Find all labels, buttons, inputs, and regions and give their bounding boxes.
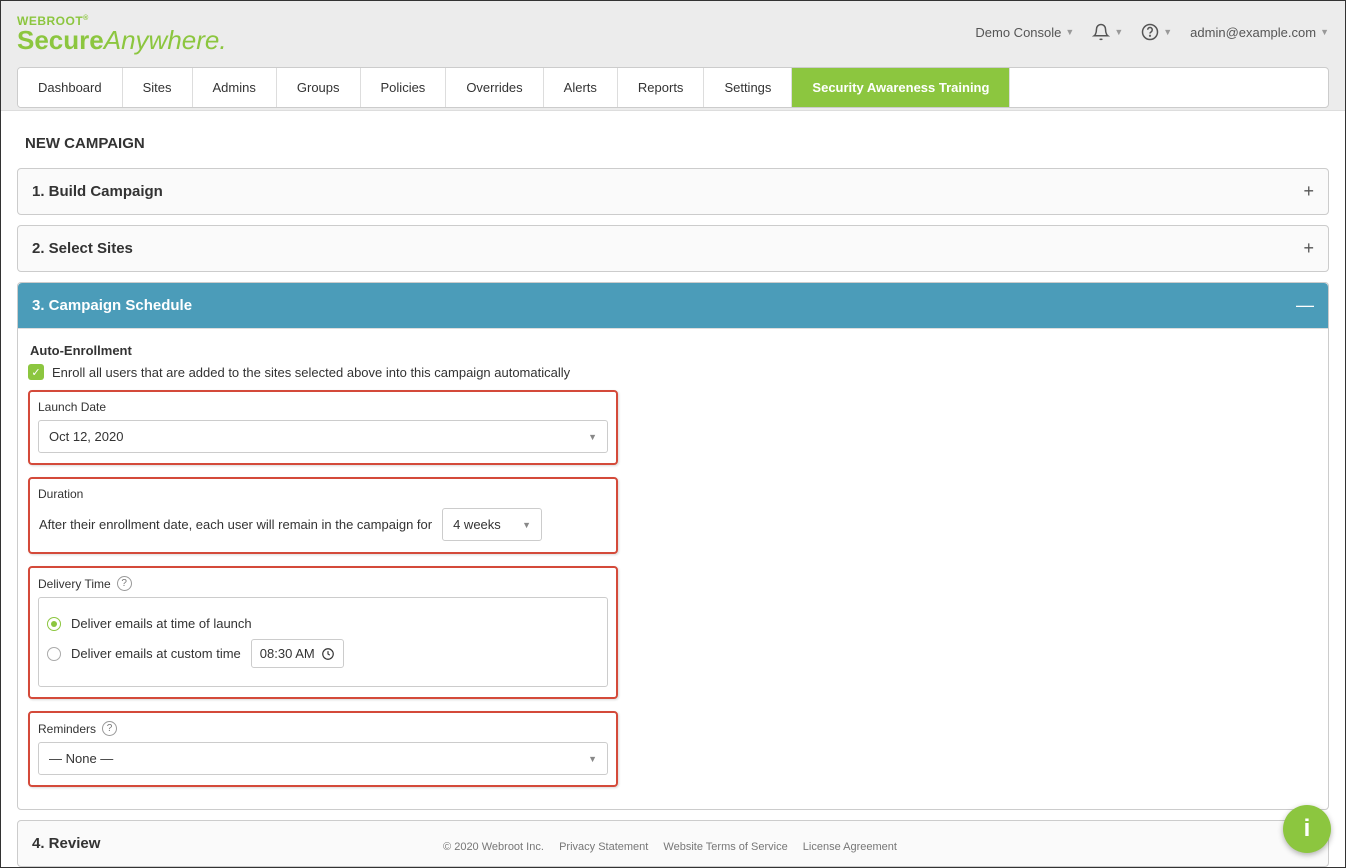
delivery-time-label: Delivery Time: [38, 577, 111, 591]
footer-copyright: © 2020 Webroot Inc.: [443, 841, 544, 853]
chevron-down-icon: ▼: [1065, 27, 1074, 37]
tab-sites[interactable]: Sites: [123, 68, 193, 107]
help-icon[interactable]: ?: [117, 576, 132, 591]
auto-enroll-checkbox[interactable]: ✓: [28, 364, 44, 380]
clock-icon: [321, 647, 335, 661]
launch-date-label: Launch Date: [38, 400, 608, 414]
chevron-down-icon: ▼: [1163, 27, 1172, 37]
tab-admins[interactable]: Admins: [193, 68, 277, 107]
step-select-sites[interactable]: 2. Select Sites +: [17, 225, 1329, 272]
step-1-title: 1. Build Campaign: [32, 183, 163, 200]
delivery-opt2-label: Deliver emails at custom time: [71, 646, 241, 661]
expand-icon: +: [1303, 181, 1314, 202]
tab-policies[interactable]: Policies: [361, 68, 447, 107]
info-fab-button[interactable]: i: [1283, 805, 1331, 853]
footer-privacy-link[interactable]: Privacy Statement: [559, 841, 648, 853]
tab-groups[interactable]: Groups: [277, 68, 361, 107]
tab-dashboard[interactable]: Dashboard: [18, 68, 123, 107]
step-3-header[interactable]: 3. Campaign Schedule —: [18, 283, 1328, 328]
duration-text: After their enrollment date, each user w…: [39, 517, 432, 532]
delivery-time-field: Delivery Time ? Deliver emails at time o…: [28, 566, 618, 699]
user-email: admin@example.com: [1190, 25, 1316, 40]
user-menu[interactable]: admin@example.com ▼: [1190, 25, 1329, 40]
delivery-time-input[interactable]: 08:30 AM: [251, 639, 344, 668]
launch-date-value: Oct 12, 2020: [49, 429, 123, 444]
auto-enroll-desc: Enroll all users that are added to the s…: [52, 365, 570, 380]
reminders-label: Reminders: [38, 722, 96, 736]
tab-overrides[interactable]: Overrides: [446, 68, 543, 107]
console-label: Demo Console: [975, 25, 1061, 40]
delivery-time-value: 08:30 AM: [260, 646, 315, 661]
reminders-field: Reminders ? — None — ▼: [28, 711, 618, 787]
delivery-custom-radio[interactable]: [47, 647, 61, 661]
reminders-select[interactable]: — None — ▼: [38, 742, 608, 775]
bell-icon: [1092, 23, 1110, 41]
launch-date-select[interactable]: Oct 12, 2020 ▼: [38, 420, 608, 453]
help-icon: [1141, 23, 1159, 41]
main-tabs: Dashboard Sites Admins Groups Policies O…: [17, 67, 1329, 108]
caret-down-icon: ▼: [522, 520, 531, 530]
duration-label: Duration: [38, 487, 608, 501]
page-footer: © 2020 Webroot Inc. Privacy Statement We…: [1, 833, 1345, 861]
footer-license-link[interactable]: License Agreement: [803, 841, 897, 853]
caret-down-icon: ▼: [588, 432, 597, 442]
launch-date-field: Launch Date Oct 12, 2020 ▼: [28, 390, 618, 465]
duration-field: Duration After their enrollment date, ea…: [28, 477, 618, 554]
tab-reports[interactable]: Reports: [618, 68, 705, 107]
step-build-campaign[interactable]: 1. Build Campaign +: [17, 168, 1329, 215]
help-menu[interactable]: ▼: [1141, 23, 1172, 41]
collapse-icon: —: [1296, 295, 1314, 316]
expand-icon: +: [1303, 238, 1314, 259]
console-selector[interactable]: Demo Console ▼: [975, 25, 1074, 40]
help-icon[interactable]: ?: [102, 721, 117, 736]
delivery-opt1-label: Deliver emails at time of launch: [71, 616, 252, 631]
logo: WEBROOT® SecureAnywhere.: [17, 15, 227, 53]
tab-alerts[interactable]: Alerts: [544, 68, 618, 107]
duration-value: 4 weeks: [453, 517, 501, 532]
chevron-down-icon: ▼: [1320, 27, 1329, 37]
chevron-down-icon: ▼: [1114, 27, 1123, 37]
caret-down-icon: ▼: [588, 754, 597, 764]
step-3-title: 3. Campaign Schedule: [32, 297, 192, 314]
info-icon: i: [1304, 815, 1311, 843]
notifications-menu[interactable]: ▼: [1092, 23, 1123, 41]
auto-enrollment-label: Auto-Enrollment: [30, 343, 1318, 358]
tab-security-awareness[interactable]: Security Awareness Training: [792, 68, 1010, 107]
duration-select[interactable]: 4 weeks ▼: [442, 508, 542, 541]
step-campaign-schedule: 3. Campaign Schedule — Auto-Enrollment ✓…: [17, 282, 1329, 810]
step-2-title: 2. Select Sites: [32, 240, 133, 257]
footer-tos-link[interactable]: Website Terms of Service: [663, 841, 787, 853]
page-title: NEW CAMPAIGN: [17, 123, 1329, 168]
reminders-value: — None —: [49, 751, 113, 766]
delivery-launch-radio[interactable]: [47, 617, 61, 631]
tab-settings[interactable]: Settings: [704, 68, 792, 107]
